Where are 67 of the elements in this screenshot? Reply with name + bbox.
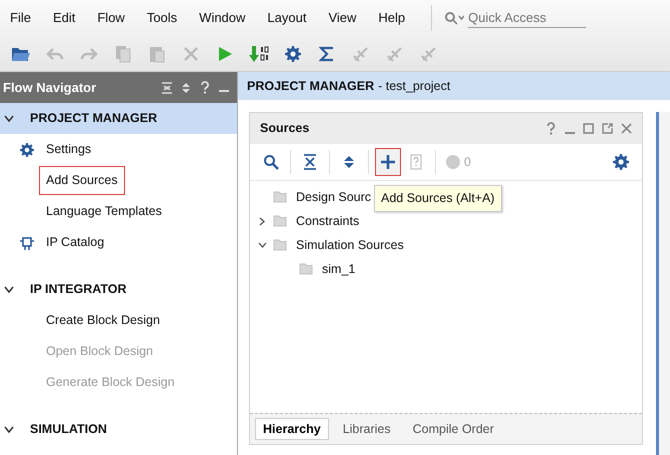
tree-item[interactable]: sim_1	[322, 260, 356, 278]
menu-item[interactable]: Flow	[97, 8, 136, 28]
section-header[interactable]: IP INTEGRATOR	[0, 274, 237, 305]
nav-item[interactable]: Language Templates	[40, 198, 168, 225]
menu-item[interactable]: Window	[199, 8, 256, 28]
menu-item[interactable]: File	[10, 8, 42, 28]
undo-icon	[46, 46, 64, 60]
search-icon	[263, 154, 279, 170]
chevron-icon	[4, 426, 14, 434]
search-icon	[444, 11, 464, 25]
nav-item[interactable]: IP Catalog	[40, 229, 110, 256]
maximize-icon	[583, 123, 594, 134]
tab[interactable]: Libraries	[334, 418, 399, 440]
tree-item[interactable]: Simulation Sources	[296, 236, 404, 254]
chip-icon	[20, 236, 34, 250]
sigma-icon	[319, 46, 335, 62]
tool-icon	[352, 44, 370, 62]
section-header[interactable]: SIMULATION	[0, 414, 237, 445]
copy-icon	[115, 44, 131, 62]
quick-access-field[interactable]: Quick Access	[468, 8, 586, 28]
nav-item[interactable]: Add Sources	[40, 167, 124, 194]
settings-icon	[613, 154, 629, 170]
toolbar-button[interactable]	[375, 148, 401, 176]
folder-icon	[273, 238, 287, 252]
paste-icon	[149, 44, 165, 62]
tree-item[interactable]: Constraints	[296, 212, 360, 230]
collapse-all-icon	[302, 154, 318, 170]
minimize-icon	[219, 90, 229, 92]
view-header: PROJECT MANAGER - test_project	[238, 72, 670, 100]
redo-icon	[80, 46, 98, 60]
menu-item[interactable]: View	[328, 8, 368, 28]
settings-icon	[285, 46, 301, 62]
status-dot-icon	[446, 155, 460, 169]
tree-item[interactable]: Design Sourc	[296, 188, 372, 206]
help-icon[interactable]	[545, 122, 557, 135]
menu-item[interactable]: Layout	[267, 8, 318, 28]
section-header[interactable]: PROJECT MANAGER	[0, 103, 237, 134]
chevron-icon	[4, 286, 14, 294]
tab[interactable]: Hierarchy	[255, 418, 329, 440]
tool-icon	[420, 44, 438, 62]
settings-icon	[20, 142, 34, 156]
panel-title: Flow Navigator	[3, 78, 96, 97]
float-icon	[602, 123, 613, 134]
chevron-icon	[4, 114, 14, 122]
panel-title: Sources	[260, 120, 310, 138]
help-icon[interactable]	[199, 81, 211, 94]
delete-icon	[183, 46, 199, 62]
menu-item[interactable]: Edit	[52, 8, 86, 28]
menu-item[interactable]: Help	[378, 8, 416, 28]
folder-icon	[273, 190, 287, 204]
collapse-all-icon	[161, 82, 173, 94]
expand-all-icon	[181, 82, 191, 94]
help-icon	[408, 154, 424, 170]
folder-icon	[273, 214, 287, 228]
tool-icon	[386, 44, 404, 62]
download-arrow-icon	[248, 44, 270, 62]
plus-icon	[380, 154, 396, 170]
tab[interactable]: Compile Order	[404, 418, 502, 440]
nav-item[interactable]: Settings	[40, 136, 98, 163]
folder-icon	[299, 262, 313, 276]
close-icon	[621, 123, 632, 134]
nav-item[interactable]: Create Block Design	[40, 307, 166, 334]
run-icon	[217, 46, 233, 62]
menu-item[interactable]: Tools	[146, 8, 188, 28]
message-count: 0	[464, 154, 471, 171]
tooltip: Add Sources (Alt+A)	[374, 185, 502, 212]
minimize-icon	[565, 132, 575, 134]
